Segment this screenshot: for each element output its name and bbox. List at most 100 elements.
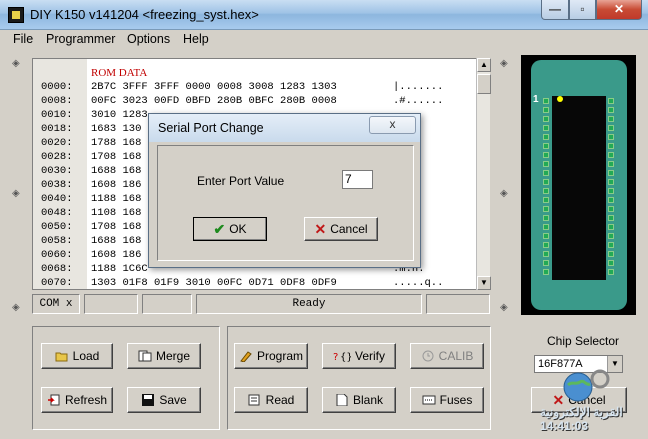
- menu-help[interactable]: Help: [183, 32, 209, 46]
- chip-pin: [543, 224, 549, 230]
- calib-button[interactable]: CALIB: [410, 343, 484, 369]
- row-hex-data[interactable]: 1683 130: [91, 123, 141, 135]
- menu-programmer[interactable]: Programmer: [46, 32, 115, 46]
- chip-pin: [543, 242, 549, 248]
- chip-pin: [543, 233, 549, 239]
- chip-pin: [608, 224, 614, 230]
- title-bar[interactable]: DIY K150 v141204 <freezing_syst.hex> — ▫…: [0, 0, 648, 30]
- port-value-input[interactable]: 7: [342, 170, 373, 189]
- splitter-arrow-icon[interactable]: ◈: [12, 302, 20, 313]
- dialog-ok-button[interactable]: ✔ OK: [193, 217, 267, 241]
- row-hex-data[interactable]: 1608 186: [91, 249, 141, 261]
- row-ascii: .#......: [393, 95, 444, 107]
- chip-preview-panel: 1: [521, 55, 636, 315]
- calib-label: CALIB: [438, 349, 474, 363]
- status-text: Ready: [196, 294, 422, 314]
- row-hex-data[interactable]: 1303 01F8 01F9 3010 00FC 0D71 0DF8 0DF9: [91, 277, 337, 289]
- row-hex-data[interactable]: 00FC 3023 00FD 0BFD 280B 0BFC 280B 0008: [91, 95, 337, 107]
- chip-pin: [608, 233, 614, 239]
- chip-pin: [608, 125, 614, 131]
- dialog-title-bar[interactable]: Serial Port Change x: [149, 114, 420, 142]
- chip-pin: [543, 197, 549, 203]
- load-label: Load: [72, 349, 100, 363]
- program-button-group: [227, 326, 491, 430]
- row-ascii: .....q..: [393, 277, 444, 289]
- floppy-disk-icon: [141, 394, 155, 406]
- watermark-text: القرية الإلكترونية 14:41:03: [540, 405, 648, 433]
- row-hex-data[interactable]: 1188 168: [91, 193, 141, 205]
- fuses-button[interactable]: Fuses: [410, 387, 484, 413]
- status-panel-empty: [426, 294, 490, 314]
- merge-button[interactable]: Merge: [127, 343, 201, 369]
- chip-pin: [608, 116, 614, 122]
- row-hex-data[interactable]: 1108 168: [91, 207, 141, 219]
- splitter-arrow-icon[interactable]: ◈: [500, 58, 508, 69]
- menu-options[interactable]: Options: [127, 32, 170, 46]
- pin1-marker: [557, 96, 563, 102]
- scroll-up-icon[interactable]: ▲: [477, 58, 491, 72]
- splitter-arrow-icon[interactable]: ◈: [12, 58, 20, 69]
- close-icon: x: [389, 117, 396, 131]
- watermark-label: القرية الإلكترونية: [540, 405, 623, 419]
- chip-pin: [543, 134, 549, 140]
- dialog-close-button[interactable]: x: [369, 116, 416, 134]
- row-hex-data[interactable]: 1188 1C6C: [91, 263, 148, 275]
- status-panel-empty: [84, 294, 138, 314]
- row-address: 0038:: [41, 179, 73, 191]
- chip-pin: [543, 251, 549, 257]
- splitter-arrow-icon[interactable]: ◈: [500, 302, 508, 313]
- cancel-x-icon: ✕: [314, 220, 327, 237]
- chip-pin: [608, 161, 614, 167]
- row-hex-data[interactable]: 1708 168: [91, 221, 141, 233]
- dialog-cancel-button[interactable]: ✕ Cancel: [304, 217, 378, 241]
- row-hex-data[interactable]: 1788 168: [91, 137, 141, 149]
- dialog-ok-label: OK: [229, 222, 247, 236]
- refresh-button[interactable]: Refresh: [41, 387, 113, 413]
- window-title: DIY K150 v141204 <freezing_syst.hex>: [30, 7, 259, 22]
- read-button[interactable]: Read: [234, 387, 308, 413]
- scroll-down-icon[interactable]: ▼: [477, 276, 491, 290]
- svg-text:?: ?: [333, 352, 338, 362]
- row-hex-data[interactable]: 1688 168: [91, 165, 141, 177]
- chip-pin: [543, 179, 549, 185]
- chip-pin: [608, 188, 614, 194]
- minimize-button[interactable]: —: [541, 0, 569, 20]
- blank-button[interactable]: Blank: [322, 387, 396, 413]
- load-button[interactable]: Load: [41, 343, 113, 369]
- chip-body: [552, 96, 606, 280]
- row-hex-data[interactable]: 1608 186: [91, 179, 141, 191]
- save-label: Save: [159, 393, 187, 407]
- chip-pin: [543, 125, 549, 131]
- program-button[interactable]: Program: [234, 343, 308, 369]
- save-button[interactable]: Save: [127, 387, 201, 413]
- chip-pin: [543, 269, 549, 275]
- clock-icon: [421, 350, 435, 362]
- splitter-arrow-icon[interactable]: ◈: [12, 188, 20, 199]
- row-hex-data[interactable]: 1708 168: [91, 151, 141, 163]
- chip-pin: [608, 269, 614, 275]
- splitter-arrow-icon[interactable]: ◈: [500, 188, 508, 199]
- chip-pin: [608, 107, 614, 113]
- row-hex-data[interactable]: 1688 168: [91, 235, 141, 247]
- file-button-group: [32, 326, 220, 430]
- chip-pin: [608, 170, 614, 176]
- row-hex-data[interactable]: 3010 1283: [91, 109, 148, 121]
- row-address: 0050:: [41, 221, 73, 233]
- chip-pin: [608, 251, 614, 257]
- chip-pin: [608, 215, 614, 221]
- menu-file[interactable]: File: [13, 32, 33, 46]
- verify-button[interactable]: ?{} Verify: [322, 343, 396, 369]
- chip-pin: [543, 98, 549, 104]
- svg-text:{}: {}: [340, 352, 351, 362]
- row-address: 0068:: [41, 263, 73, 275]
- maximize-button[interactable]: ▫: [569, 0, 596, 20]
- chip-pin: [608, 206, 614, 212]
- row-hex-data[interactable]: 2B7C 3FFF 3FFF 0000 0008 3008 1283 1303: [91, 81, 337, 93]
- chip-pin: [543, 170, 549, 176]
- close-button[interactable]: ✕: [596, 0, 642, 20]
- editor-scrollbar[interactable]: ▲ ▼: [476, 58, 491, 290]
- row-address: 0000:: [41, 81, 73, 93]
- row-address: 0070:: [41, 277, 73, 289]
- scroll-thumb[interactable]: [477, 74, 491, 94]
- row-address: 0018:: [41, 123, 73, 135]
